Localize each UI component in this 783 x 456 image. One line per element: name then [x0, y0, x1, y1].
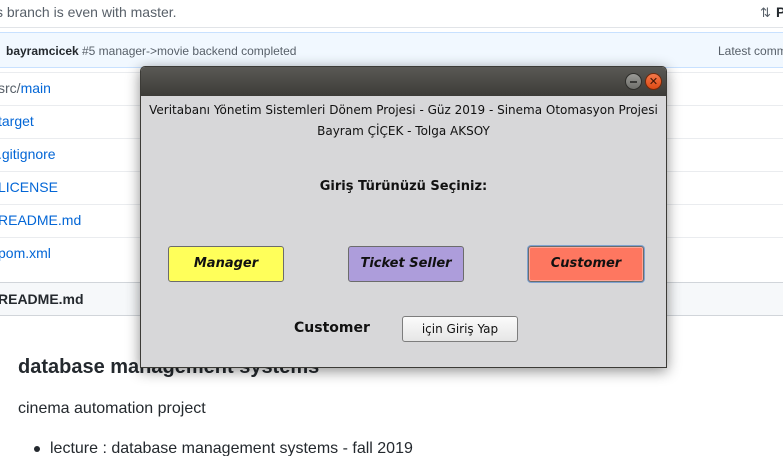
latest-commit-bar: bayramcicek #5 manager->movie backend co…	[0, 32, 783, 68]
file-link[interactable]: LICENSE	[0, 179, 58, 195]
minimize-icon[interactable]	[625, 73, 642, 90]
pull-request-link[interactable]: P	[776, 4, 783, 20]
branch-status-text: s branch is even with master.	[0, 4, 177, 20]
pull-request-icon: ⇅	[760, 5, 771, 20]
file-name[interactable]: main	[21, 80, 51, 96]
file-link[interactable]: target	[0, 113, 34, 129]
file-link[interactable]: .gitignore	[0, 146, 56, 162]
readme-header-label: README.md	[0, 291, 84, 307]
file-dir: src/	[0, 80, 21, 96]
manager-button[interactable]: Manager	[168, 246, 284, 282]
commit-message[interactable]: #5 manager->movie backend completed	[82, 44, 296, 58]
latest-commit-label: Latest comm	[718, 44, 783, 58]
file-link[interactable]: pom.xml	[0, 245, 51, 261]
readme-subtitle: cinema automation project	[18, 400, 206, 417]
login-button[interactable]: için Giriş Yap	[402, 316, 518, 342]
close-icon[interactable]: ✕	[645, 73, 662, 90]
commit-author[interactable]: bayramcicek	[6, 44, 79, 58]
customer-button[interactable]: Customer	[528, 246, 644, 282]
list-bullet	[34, 446, 40, 452]
selected-role-label: Customer	[294, 320, 370, 336]
ticket-seller-button[interactable]: Ticket Seller	[348, 246, 464, 282]
login-type-prompt: Giriş Türünüzü Seçiniz:	[319, 179, 488, 194]
readme-list-item: lecture : database management systems - …	[50, 440, 413, 456]
branch-status-bar: s branch is even with master. ⇅ P	[0, 0, 783, 28]
file-link[interactable]: README.md	[0, 212, 81, 228]
project-authors: Bayram ÇİÇEK - Tolga AKSOY	[317, 124, 490, 138]
login-type-dialog: ✕ Veritabanı Yönetim Sistemleri Dönem Pr…	[140, 66, 667, 368]
dialog-titlebar[interactable]: ✕	[141, 67, 666, 96]
project-title: Veritabanı Yönetim Sistemleri Dönem Proj…	[149, 103, 658, 117]
file-link[interactable]: src/main	[0, 80, 51, 96]
